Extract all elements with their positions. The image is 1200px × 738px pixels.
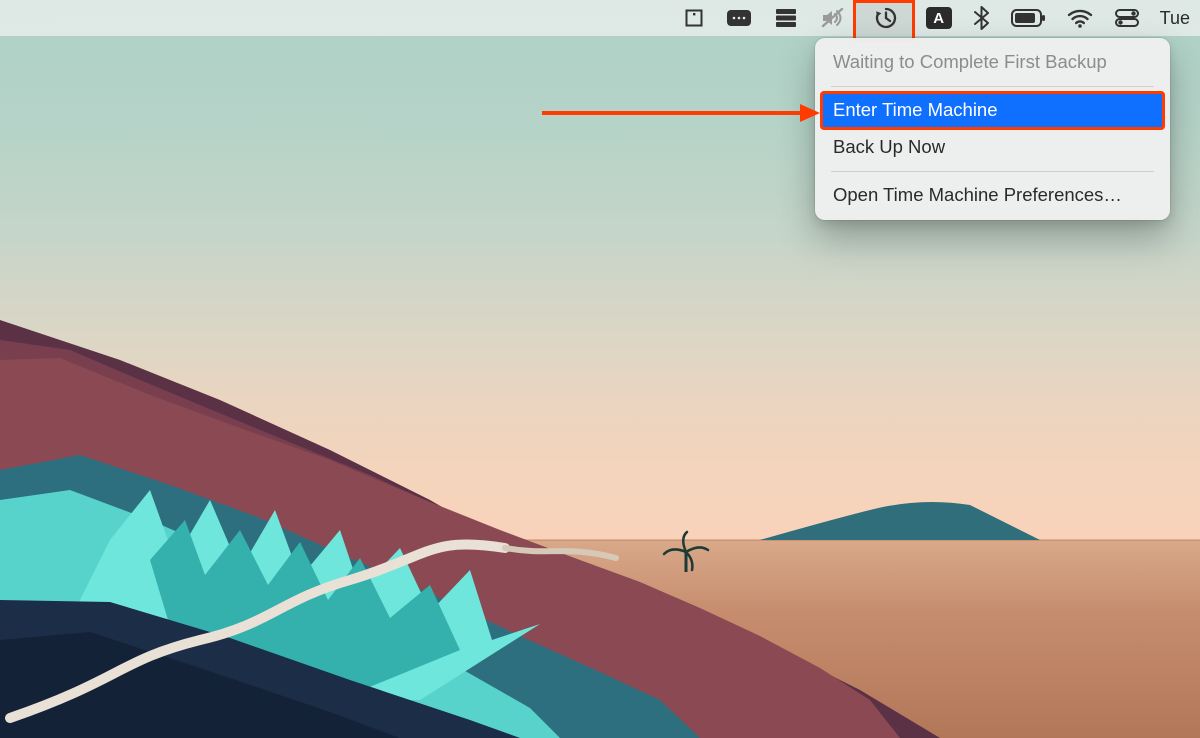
menubar-item-battery[interactable]	[1000, 0, 1056, 36]
macos-menu-bar: A Tue	[0, 0, 1200, 36]
time-machine-dropdown: Waiting to Complete First Backup Enter T…	[815, 38, 1170, 220]
menu-item-backup-status: Waiting to Complete First Backup	[821, 44, 1164, 81]
menu-item-enter-time-machine[interactable]: Enter Time Machine	[821, 92, 1164, 129]
stacked-drives-icon	[774, 8, 798, 28]
input-source-letter: A	[933, 10, 944, 27]
wifi-icon	[1067, 8, 1093, 28]
menubar-item-app1[interactable]	[673, 0, 715, 36]
input-source-icon: A	[926, 7, 952, 29]
menubar-day-label: Tue	[1160, 8, 1190, 29]
volume-muted-icon	[820, 8, 844, 28]
menu-separator	[831, 86, 1154, 87]
menubar-item-time-machine[interactable]	[855, 0, 915, 36]
wallpaper-sea	[0, 540, 1200, 738]
menubar-item-app2[interactable]	[715, 0, 763, 36]
menu-item-label: Enter Time Machine	[833, 99, 998, 120]
time-machine-icon	[873, 7, 897, 29]
menubar-item-volume-muted[interactable]	[809, 0, 855, 36]
menu-separator	[831, 171, 1154, 172]
bluetooth-icon	[974, 6, 989, 30]
menubar-item-control-center[interactable]	[1104, 0, 1150, 36]
menubar-item-bluetooth[interactable]	[963, 0, 1000, 36]
menubar-item-disks[interactable]	[763, 0, 809, 36]
rectangle-dot-icon	[684, 8, 704, 28]
menubar-item-wifi[interactable]	[1056, 0, 1104, 36]
menu-item-open-preferences[interactable]: Open Time Machine Preferences…	[821, 177, 1164, 214]
menubar-item-date[interactable]: Tue	[1150, 0, 1194, 36]
battery-icon	[1011, 9, 1045, 27]
menu-item-back-up-now[interactable]: Back Up Now	[821, 129, 1164, 166]
keyboard-dots-icon	[726, 9, 752, 27]
menubar-item-input-source[interactable]: A	[915, 0, 963, 36]
control-center-icon	[1115, 9, 1139, 27]
